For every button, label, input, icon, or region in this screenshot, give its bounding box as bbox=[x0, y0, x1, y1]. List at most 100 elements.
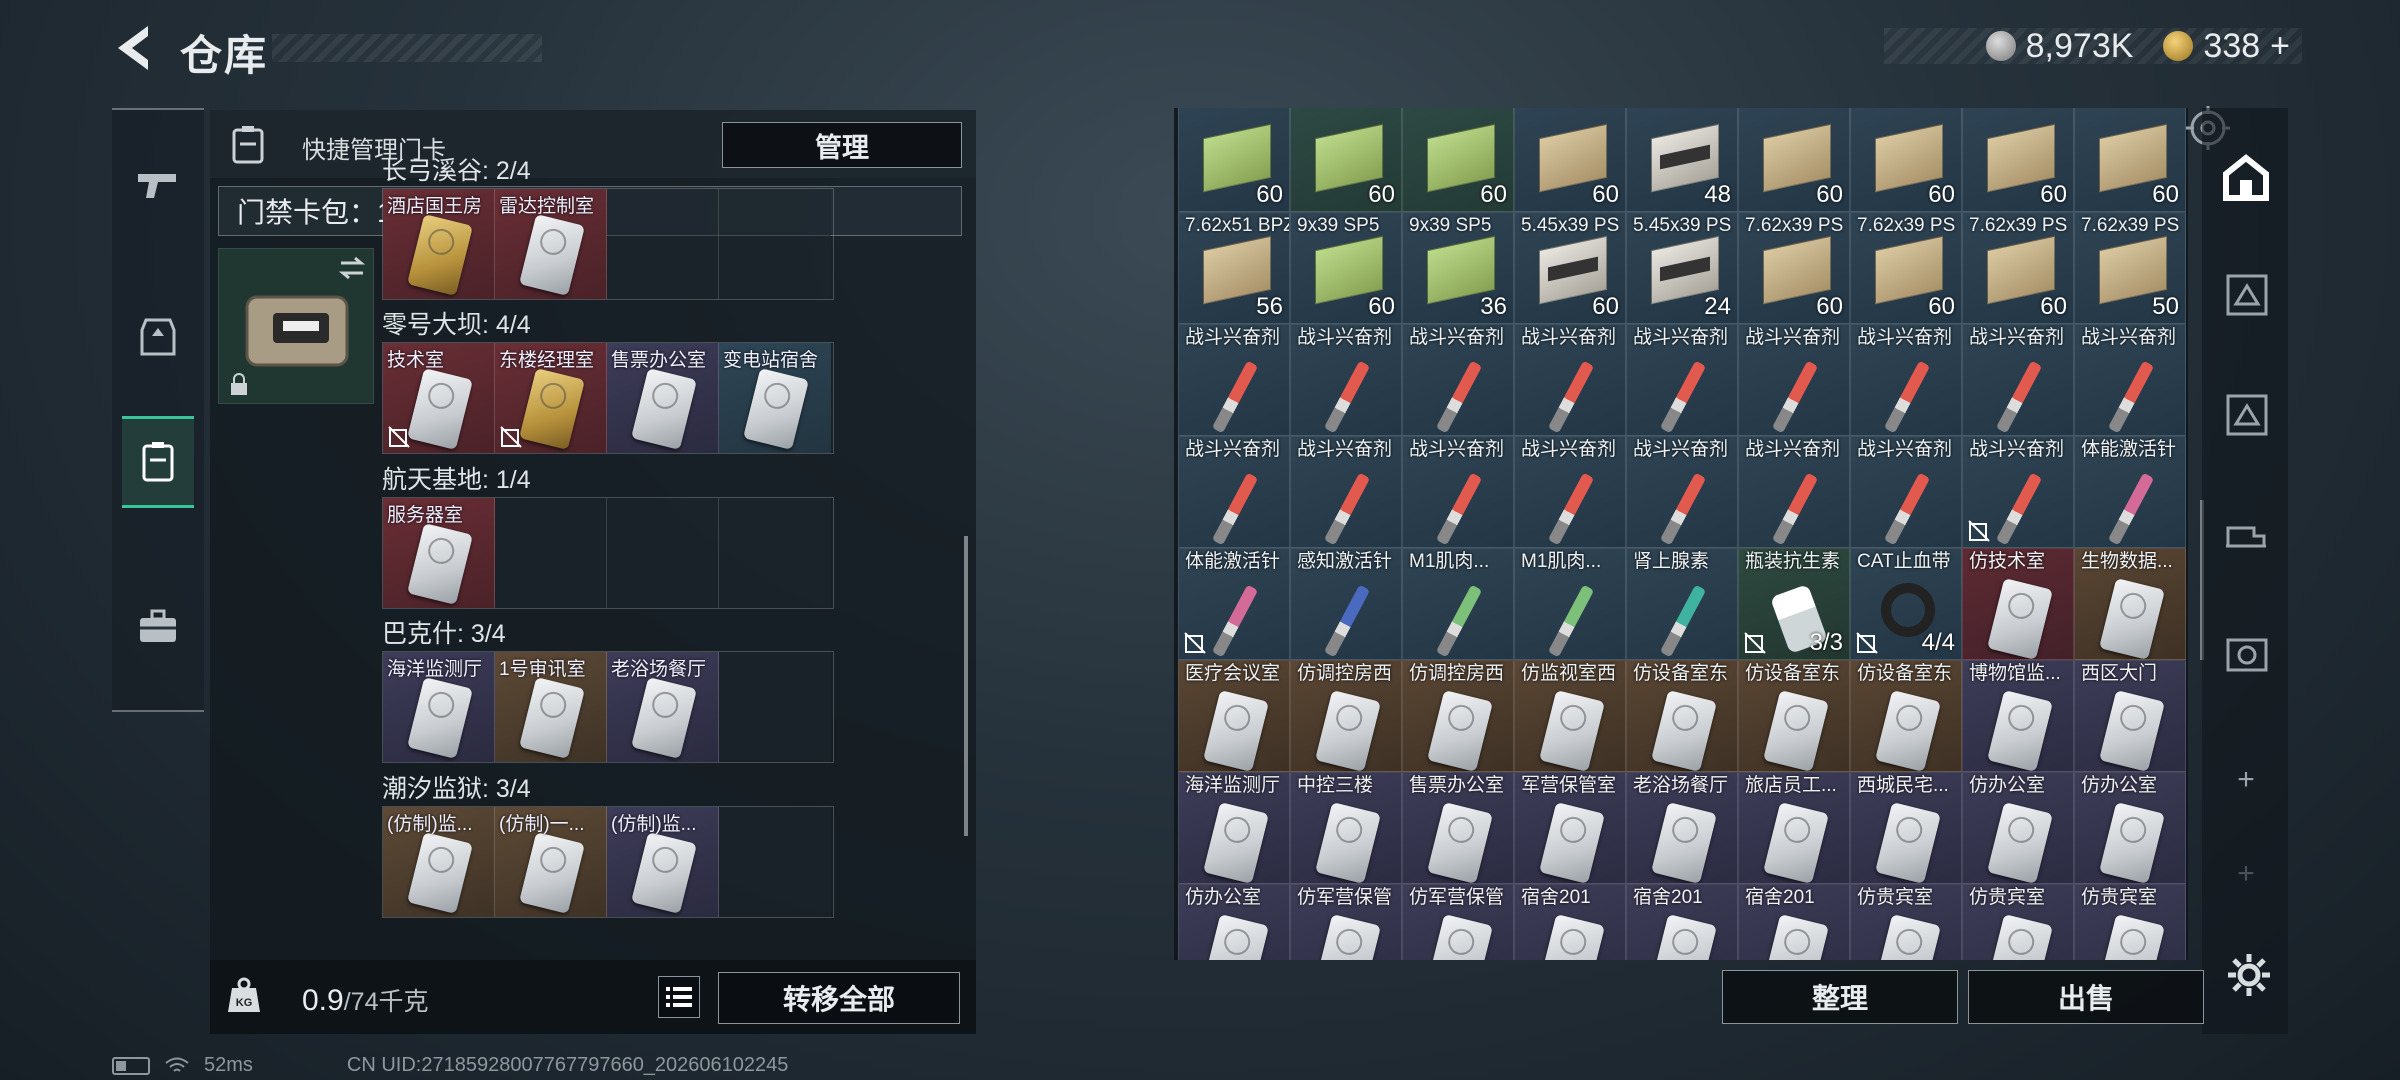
inventory-item[interactable]: 战斗兴奋剂 bbox=[1178, 324, 1290, 436]
inventory-item[interactable]: 48 bbox=[1626, 108, 1738, 212]
swap-icon[interactable] bbox=[337, 255, 367, 281]
inventory-item[interactable]: 7.62x39 PS 60 bbox=[1850, 212, 1962, 324]
list-view-button[interactable] bbox=[658, 976, 700, 1018]
inventory-item[interactable]: CAT止血带 4/4 bbox=[1850, 548, 1962, 660]
nav-weapons[interactable] bbox=[122, 140, 194, 232]
storage-tier-4-button[interactable] bbox=[2220, 628, 2272, 680]
inventory-item[interactable]: 战斗兴奋剂 bbox=[1850, 436, 1962, 548]
add-storage-button-disabled[interactable]: + bbox=[2220, 848, 2272, 900]
inventory-item[interactable]: 仿贵宾室 bbox=[2074, 884, 2186, 960]
inventory-item[interactable]: 60 bbox=[1514, 108, 1626, 212]
inventory-item[interactable]: 中控三楼 bbox=[1290, 772, 1402, 884]
inventory-item[interactable]: 战斗兴奋剂 bbox=[1626, 324, 1738, 436]
transfer-all-button[interactable]: 转移全部 bbox=[718, 972, 960, 1024]
nav-keycards[interactable] bbox=[122, 416, 194, 508]
inventory-item[interactable]: 60 bbox=[1290, 108, 1402, 212]
keycard-slot[interactable]: (仿制)监... bbox=[607, 807, 719, 917]
inventory-item[interactable]: 售票办公室 bbox=[1402, 772, 1514, 884]
inventory-item[interactable]: 7.62x39 PS 50 bbox=[2074, 212, 2186, 324]
inventory-item[interactable]: 60 bbox=[2074, 108, 2186, 212]
keycard-slot[interactable]: 服务器室 bbox=[383, 498, 495, 608]
sell-button[interactable]: 出售 bbox=[1968, 970, 2204, 1024]
nav-toolbox[interactable] bbox=[122, 580, 194, 672]
inventory-item[interactable]: 战斗兴奋剂 bbox=[1290, 436, 1402, 548]
inventory-item[interactable]: 西区大门 bbox=[2074, 660, 2186, 772]
inventory-item[interactable]: 9x39 SP5 60 bbox=[1290, 212, 1402, 324]
keycard-slot[interactable]: 东楼经理室 bbox=[495, 343, 607, 453]
back-icon[interactable] bbox=[108, 20, 158, 76]
add-storage-button[interactable]: + bbox=[2220, 754, 2272, 806]
empty-keycard-slot[interactable] bbox=[607, 189, 719, 299]
inventory-item[interactable]: 仿监视室西 bbox=[1514, 660, 1626, 772]
storage-tier-2-button[interactable] bbox=[2220, 388, 2272, 440]
inventory-item[interactable]: 7.62x39 PS 60 bbox=[1962, 212, 2074, 324]
inventory-item[interactable]: 战斗兴奋剂 bbox=[2074, 324, 2186, 436]
inventory-item[interactable]: 仿调控房西 bbox=[1402, 660, 1514, 772]
inventory-item[interactable]: 9x39 SP5 36 bbox=[1402, 212, 1514, 324]
inventory-item[interactable]: 军营保管室 bbox=[1514, 772, 1626, 884]
inventory-item[interactable]: 60 bbox=[1738, 108, 1850, 212]
inventory-item[interactable]: 仿办公室 bbox=[2074, 772, 2186, 884]
add-currency-button[interactable]: + bbox=[2270, 27, 2290, 66]
inventory-item[interactable]: 战斗兴奋剂 bbox=[1178, 436, 1290, 548]
inventory-item[interactable]: 战斗兴奋剂 bbox=[1738, 436, 1850, 548]
inventory-item[interactable]: 战斗兴奋剂 bbox=[1850, 324, 1962, 436]
inventory-item[interactable]: 仿设备室东 bbox=[1850, 660, 1962, 772]
inventory-item[interactable]: 仿设备室东 bbox=[1738, 660, 1850, 772]
inventory-item[interactable]: 医疗会议室 bbox=[1178, 660, 1290, 772]
inventory-item[interactable]: 体能激活针 bbox=[2074, 436, 2186, 548]
keycard-holder[interactable] bbox=[218, 248, 374, 404]
inventory-item[interactable]: 仿办公室 bbox=[1962, 772, 2074, 884]
keycard-slot[interactable]: 老浴场餐厅 bbox=[607, 652, 719, 762]
scrollbar[interactable] bbox=[964, 536, 968, 836]
inventory-item[interactable]: 生物数据... bbox=[2074, 548, 2186, 660]
keycard-slot[interactable]: 雷达控制室 bbox=[495, 189, 607, 299]
empty-keycard-slot[interactable] bbox=[719, 189, 831, 299]
inventory-item[interactable]: 60 bbox=[1962, 108, 2074, 212]
keycard-slot[interactable]: 技术室 bbox=[383, 343, 495, 453]
inventory-item[interactable]: 海洋监测厅 bbox=[1178, 772, 1290, 884]
inventory-item[interactable]: 瓶装抗生素 3/3 bbox=[1738, 548, 1850, 660]
inventory-item[interactable]: 战斗兴奋剂 bbox=[1290, 324, 1402, 436]
inventory-item[interactable]: 仿技术室 bbox=[1962, 548, 2074, 660]
empty-keycard-slot[interactable] bbox=[607, 498, 719, 608]
keycard-slot[interactable]: 海洋监测厅 bbox=[383, 652, 495, 762]
inventory-item[interactable]: 7.62x39 PS 60 bbox=[1738, 212, 1850, 324]
inventory-item[interactable]: 仿设备室东 bbox=[1626, 660, 1738, 772]
storage-tier-1-button[interactable] bbox=[2220, 268, 2272, 320]
inventory-item[interactable]: 战斗兴奋剂 bbox=[1402, 436, 1514, 548]
keycard-slot[interactable]: (仿制)一... bbox=[495, 807, 607, 917]
keycard-slot[interactable]: 1号审讯室 bbox=[495, 652, 607, 762]
inventory-item[interactable]: 肾上腺素 bbox=[1626, 548, 1738, 660]
inventory-item[interactable]: 60 bbox=[1178, 108, 1290, 212]
inventory-item[interactable]: 战斗兴奋剂 bbox=[1962, 436, 2074, 548]
inventory-item[interactable]: 5.45x39 PS 60 bbox=[1514, 212, 1626, 324]
inventory-item[interactable]: 老浴场餐厅 bbox=[1626, 772, 1738, 884]
inventory-item[interactable]: 宿舍201 bbox=[1626, 884, 1738, 960]
keycard-slot[interactable]: 变电站宿舍 bbox=[719, 343, 831, 453]
inventory-item[interactable]: 体能激活针 bbox=[1178, 548, 1290, 660]
inventory-item[interactable]: 西城民宅... bbox=[1850, 772, 1962, 884]
keycard-slot[interactable]: (仿制)监... bbox=[383, 807, 495, 917]
empty-keycard-slot[interactable] bbox=[719, 652, 831, 762]
inventory-item[interactable]: 仿调控房西 bbox=[1290, 660, 1402, 772]
inventory-item[interactable]: 仿军营保管 bbox=[1290, 884, 1402, 960]
sort-button[interactable]: 整理 bbox=[1722, 970, 1958, 1024]
inventory-item[interactable]: 宿舍201 bbox=[1738, 884, 1850, 960]
gear-icon[interactable] bbox=[2226, 952, 2272, 998]
inventory-item[interactable]: 战斗兴奋剂 bbox=[1738, 324, 1850, 436]
inventory-item[interactable]: 5.45x39 PS 24 bbox=[1626, 212, 1738, 324]
inventory-item[interactable]: 战斗兴奋剂 bbox=[1514, 324, 1626, 436]
storage-tier-3-button[interactable] bbox=[2220, 508, 2272, 560]
inventory-item[interactable]: 宿舍201 bbox=[1514, 884, 1626, 960]
inventory-item[interactable]: 战斗兴奋剂 bbox=[1626, 436, 1738, 548]
inventory-item[interactable]: 60 bbox=[1402, 108, 1514, 212]
inventory-item[interactable]: 60 bbox=[1850, 108, 1962, 212]
empty-keycard-slot[interactable] bbox=[719, 807, 831, 917]
inventory-item[interactable]: 战斗兴奋剂 bbox=[1514, 436, 1626, 548]
inventory-item[interactable]: 7.62x51 BPZ 56 bbox=[1178, 212, 1290, 324]
keycard-slot[interactable]: 售票办公室 bbox=[607, 343, 719, 453]
inventory-item[interactable]: 仿贵宾室 bbox=[1962, 884, 2074, 960]
storage-home-button[interactable] bbox=[2220, 152, 2272, 204]
empty-keycard-slot[interactable] bbox=[495, 498, 607, 608]
